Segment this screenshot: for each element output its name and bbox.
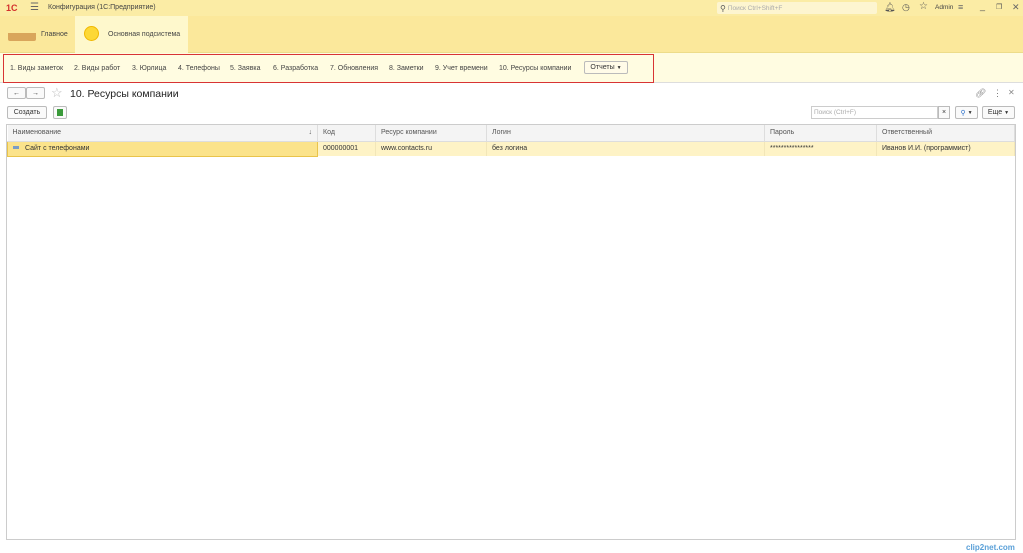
nav-item[interactable]: 5. Заявка	[230, 65, 261, 72]
nav-item[interactable]: 9. Учет времени	[435, 65, 488, 72]
more-label: Еще	[987, 109, 1003, 116]
global-search-input[interactable]: ⚲ Поиск Ctrl+Shift+F	[717, 2, 877, 14]
more-actions-icon[interactable]: ⋮	[993, 88, 1002, 99]
more-button[interactable]: Еще ▼	[982, 106, 1015, 119]
reports-button[interactable]: Отчеты ▼	[584, 61, 628, 74]
cell-code[interactable]: 000000001	[317, 141, 376, 156]
page-title: 10. Ресурсы компании	[70, 88, 179, 100]
link-icon[interactable]: 🔗︎	[975, 88, 986, 99]
user-name[interactable]: Admin	[935, 4, 953, 11]
nav-item[interactable]: 7. Обновления	[330, 65, 378, 72]
clear-search-button[interactable]: ×	[938, 106, 950, 119]
close-form-icon[interactable]: ✕	[1008, 88, 1015, 97]
section-main-subsystem[interactable]: Основная подсистема	[75, 16, 188, 53]
magnifier-icon: ⚲	[960, 109, 966, 117]
table-row[interactable]: Сайт с телефонами 000000001 www.contacts…	[7, 140, 1015, 157]
nav-item[interactable]: 6. Разработка	[273, 65, 318, 72]
column-header-login[interactable]: Логин	[486, 125, 765, 142]
dropdown-icon: ▼	[616, 64, 622, 71]
circle-icon	[84, 26, 99, 41]
history-icon[interactable]: ◷	[902, 2, 910, 13]
watermark: clip2net.com	[966, 543, 1015, 552]
search-icon: ⚲	[720, 3, 726, 13]
bell-icon[interactable]: 🔔︎	[884, 2, 895, 13]
sections-panel: Главное Основная подсистема	[0, 16, 1023, 53]
menu-icon[interactable]: ☰	[30, 2, 39, 13]
favorite-star-icon[interactable]: ☆	[51, 85, 63, 101]
star-icon[interactable]: ☆	[919, 1, 928, 12]
column-header-responsible[interactable]: Ответственный	[876, 125, 1015, 142]
settings-menu-icon[interactable]: ≡	[958, 2, 963, 12]
export-icon	[57, 109, 63, 116]
section-main[interactable]: Главное	[0, 16, 75, 53]
table-header: Наименование ↓ Код Ресурс компании Логин …	[7, 125, 1015, 142]
nav-item[interactable]: 8. Заметки	[389, 65, 424, 72]
restore-icon[interactable]: ❐	[996, 3, 1002, 11]
1c-logo-icon[interactable]: 1С	[6, 3, 18, 13]
search-placeholder: Поиск Ctrl+Shift+F	[727, 4, 783, 12]
back-button[interactable]: ←	[7, 87, 26, 99]
item-icon	[13, 146, 19, 149]
resources-table: Наименование ↓ Код Ресурс компании Логин …	[6, 124, 1016, 540]
nav-item[interactable]: 2. Виды работ	[74, 65, 120, 72]
cell-name[interactable]: Сайт с телефонами	[7, 140, 318, 157]
column-header-resource[interactable]: Ресурс компании	[375, 125, 487, 142]
nav-item[interactable]: 3. Юрлица	[132, 65, 166, 72]
app-title: Конфигурация (1С:Предприятие)	[48, 4, 156, 11]
export-button[interactable]	[53, 106, 67, 119]
cell-login[interactable]: без логина	[486, 141, 765, 156]
cell-password[interactable]: ****************	[764, 141, 877, 156]
title-bar: 1С ☰ Конфигурация (1С:Предприятие) ⚲ Пои…	[0, 0, 1023, 16]
nav-item[interactable]: 10. Ресурсы компании	[499, 65, 571, 72]
nav-item[interactable]: 1. Виды заметок	[10, 65, 63, 72]
section-label: Основная подсистема	[108, 31, 181, 38]
search-button[interactable]: ⚲ ▼	[955, 106, 978, 119]
cell-resource[interactable]: www.contacts.ru	[375, 141, 487, 156]
cell-responsible[interactable]: Иванов И.И. (программист)	[876, 141, 1015, 156]
list-search-input[interactable]: Поиск (Ctrl+F)	[811, 106, 938, 119]
section-label: Главное	[41, 31, 68, 38]
minimize-icon[interactable]: _	[980, 1, 985, 11]
forward-button[interactable]: →	[26, 87, 45, 99]
sort-arrow-icon: ↓	[308, 129, 313, 137]
column-header-password[interactable]: Пароль	[764, 125, 877, 142]
close-icon[interactable]: ✕	[1012, 2, 1020, 13]
reports-label: Отчеты	[590, 64, 615, 71]
create-button[interactable]: Создать	[7, 106, 47, 119]
search-placeholder: Поиск (Ctrl+F)	[814, 109, 857, 116]
desk-lamp-icon	[8, 23, 36, 41]
column-header-name[interactable]: Наименование ↓	[7, 125, 318, 142]
column-header-code[interactable]: Код	[317, 125, 376, 142]
nav-item[interactable]: 4. Телефоны	[178, 65, 220, 72]
